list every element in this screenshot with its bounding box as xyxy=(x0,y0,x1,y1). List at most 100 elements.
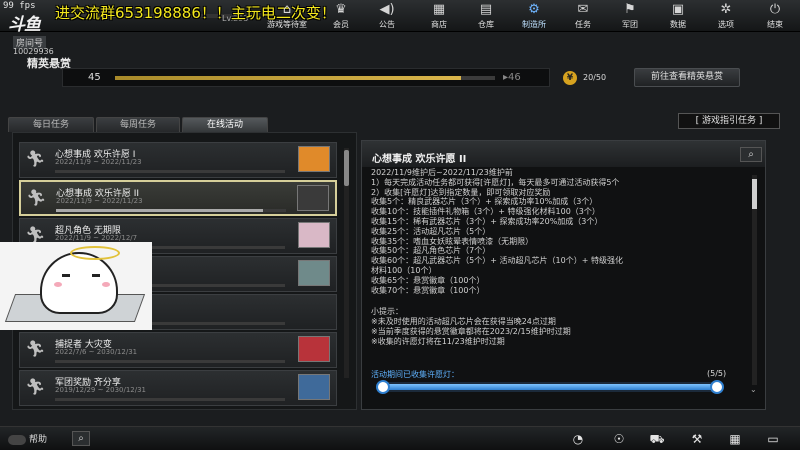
event-thumbnail xyxy=(298,336,330,362)
cat-eye xyxy=(92,274,100,277)
event-thumbnail xyxy=(298,222,330,248)
event-list-scrollbar[interactable] xyxy=(344,148,349,378)
nav-label: 结束 xyxy=(767,20,783,29)
nav-label: 商店 xyxy=(431,20,447,29)
progress-track xyxy=(115,76,495,80)
collect-count: (5/5) xyxy=(707,369,727,378)
runner-icon: 🏃︎ xyxy=(26,188,47,207)
event-list-item[interactable]: 🏃︎ 心想事成 欢乐许愿 II 2022/11/9 ~ 2022/11/23 xyxy=(19,180,337,216)
tip-line: 小提示： xyxy=(371,307,403,316)
progress-current: 45 xyxy=(88,72,101,83)
member-icon: ♛ xyxy=(335,2,347,17)
nav-member[interactable]: ♛ 会员 xyxy=(326,2,356,32)
nav-label: 数据 xyxy=(670,20,686,29)
rule-line: 收集65个：悬赏徽章（100个） xyxy=(371,275,485,285)
event-thumbnail xyxy=(297,185,329,211)
stream-logo: 斗鱼 xyxy=(8,15,41,35)
nav-data[interactable]: ▣ 数据 xyxy=(663,2,693,32)
event-list-item[interactable]: 🏃︎ 捕捉者 大灾变 2022/7/6 ~ 2030/12/31 xyxy=(19,332,337,368)
tab-daily[interactable]: 每日任务 xyxy=(8,117,94,132)
event-detail-panel: 心想事成 欢乐许愿 II ⌕ 2022/11/9维护后~2022/11/23维护… xyxy=(361,140,766,410)
runner-icon: 🏃︎ xyxy=(25,377,46,396)
runner-icon: 🏃︎ xyxy=(25,339,46,358)
search-icon[interactable]: ⌕ xyxy=(72,431,90,446)
announcement-icon: ◀) xyxy=(379,2,395,17)
top-bar: 99 fps 斗鱼 Lv.253 进交流群653198886！！主玩电二次变！ … xyxy=(0,0,800,35)
help-label: 帮助 xyxy=(29,435,48,445)
event-list-item[interactable]: 🏃︎ 军团奖励 齐分享 2019/12/29 ~ 2030/12/31 xyxy=(19,370,337,406)
mission-icon: ✉ xyxy=(577,2,589,17)
nav-label: 仓库 xyxy=(478,20,494,29)
nav-factory[interactable]: ⚙ 制造所 xyxy=(516,2,552,32)
detail-scrollbar[interactable] xyxy=(752,175,757,385)
nav-label: 会员 xyxy=(333,20,349,29)
factory-icon: ⚙ xyxy=(528,2,540,17)
nav-label: 公告 xyxy=(379,20,395,29)
nav-shop[interactable]: ▦ 商店 xyxy=(424,2,454,32)
nav-label: 游戏等待室 xyxy=(267,20,307,29)
help-toggle[interactable]: 帮助 xyxy=(8,432,47,445)
detail-title: 心想事成 欢乐许愿 II xyxy=(372,154,467,165)
scrollbar-thumb[interactable] xyxy=(752,179,757,209)
chevron-down-icon[interactable]: ⌄ xyxy=(750,385,757,394)
scrollbar-thumb[interactable] xyxy=(344,150,349,186)
nav-exit[interactable]: ⏻ 结束 xyxy=(760,2,790,32)
rule-line: 收集25个：活动超凡芯片（5个） xyxy=(371,226,491,236)
nav-label: 选项 xyxy=(718,20,734,29)
toggle-icon xyxy=(8,434,26,445)
tab-online-events[interactable]: 在线活动 xyxy=(182,117,268,132)
cart-icon[interactable]: ⛟ xyxy=(648,431,666,447)
event-progress-track xyxy=(55,170,285,173)
nav-label: 制造所 xyxy=(522,20,546,29)
shop-icon: ▦ xyxy=(432,2,446,17)
nav-options[interactable]: ✲ 选项 xyxy=(711,2,741,32)
event-list-item[interactable]: 🏃︎ 心想事成 欢乐许愿 I 2022/11/9 ~ 2022/11/23 xyxy=(19,142,337,178)
event-tips: 小提示： ※未及时使用的活动超凡芯片会在获得当晚24点过期 ※当前季度获得的悬赏徽章… xyxy=(371,307,571,347)
calendar-icon[interactable]: ▦ xyxy=(726,431,744,447)
game-guide-button[interactable]: [ 游戏指引任务 ] xyxy=(678,113,780,129)
nav-warehouse[interactable]: ▤ 仓库 xyxy=(471,2,501,32)
power-icon: ⏻ xyxy=(769,2,781,17)
cat-blush xyxy=(54,282,62,287)
bounty-progress: 45 ▸46 xyxy=(62,68,550,87)
event-date: 2022/11/9 ~ 2022/11/23 xyxy=(55,158,142,166)
tip-line: ※当前季度获得的悬赏徽章都将在2023/2/15维护时过期 xyxy=(371,327,571,336)
event-progress-track xyxy=(55,360,285,363)
rule-line: 收集60个：超凡武器芯片（5个）+ 活动超凡芯片（10个）+ 特级强化 xyxy=(371,256,623,266)
search-icon[interactable]: ⌕ xyxy=(740,147,762,162)
battery-icon[interactable]: ▭ xyxy=(764,431,782,447)
options-icon: ✲ xyxy=(720,2,732,17)
cat-eye xyxy=(62,274,70,277)
tip-line: ※收集的许愿灯将在11/23维护时过期 xyxy=(371,337,505,346)
event-thumbnail xyxy=(298,260,330,286)
lobby-icon: ⌂ xyxy=(282,2,292,17)
rule-line: 收集50个：超凡角色芯片（7个） xyxy=(371,246,491,256)
runner-icon[interactable]: ☉ xyxy=(610,431,628,447)
event-date: 2022/11/9 ~ 2022/11/23 xyxy=(56,197,143,205)
cat-blush xyxy=(102,282,110,287)
event-date: 2019/12/29 ~ 2030/12/31 xyxy=(55,386,147,394)
event-progress-fill xyxy=(56,209,263,212)
rule-line: 收集70个：悬赏徽章（100个） xyxy=(371,285,485,295)
event-date: 2022/11/9 ~ 2022/12/7 xyxy=(55,234,138,242)
collect-start-knob xyxy=(376,380,390,394)
streamer-avatar-overlay xyxy=(0,242,152,330)
nav-clan[interactable]: ⚑ 军团 xyxy=(615,2,645,32)
bounty-coin-icon: ¥ xyxy=(563,71,577,85)
hammer-icon[interactable]: ⚒ xyxy=(688,431,706,447)
halo-drawing xyxy=(70,246,120,260)
nav-lobby[interactable]: ⌂ 游戏等待室 xyxy=(262,2,312,32)
goto-elite-bounty-button[interactable]: 前往查看精英悬赏 xyxy=(634,68,740,87)
nav-label: 军团 xyxy=(622,20,638,29)
event-date: 2022/7/6 ~ 2030/12/31 xyxy=(55,348,138,356)
progress-fill xyxy=(115,76,461,80)
tab-weekly[interactable]: 每周任务 xyxy=(96,117,180,132)
compass-icon[interactable]: ◔ xyxy=(569,431,587,447)
rule-line: 1）每天完成活动任务都可获得[许愿灯]，每天最多可通过活动获得5个 xyxy=(371,177,620,187)
rule-line: 收集15个：稀有武器芯片（3个）+ 探索成功率20%加成（3个） xyxy=(371,216,603,226)
event-progress-track xyxy=(56,209,286,212)
nav-announcement[interactable]: ◀) 公告 xyxy=(372,2,402,32)
rule-line: 2022/11/9维护后~2022/11/23维护前 xyxy=(371,168,513,177)
nav-mission[interactable]: ✉ 任务 xyxy=(568,2,598,32)
bottom-bar: 帮助 ⌕ ◔ ☉ ⛟ ⚒ ▦ ▭ xyxy=(0,426,800,450)
